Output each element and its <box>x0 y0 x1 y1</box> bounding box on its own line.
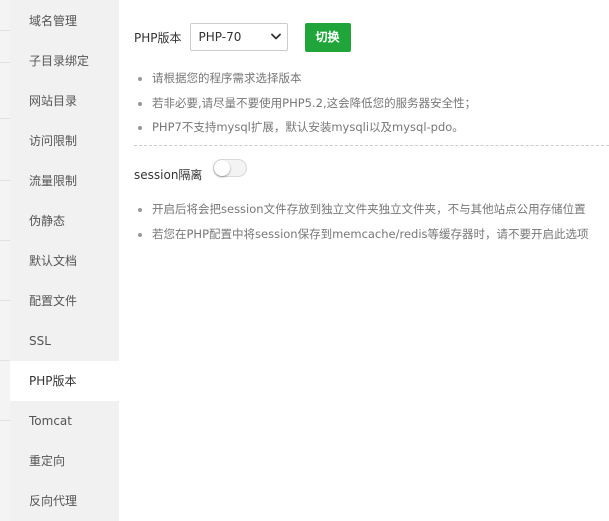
sidebar-item-label: 流量限制 <box>29 174 78 188</box>
background-divider <box>0 360 10 361</box>
php-version-row: PHP版本 PHP-70 切换 <box>134 22 351 52</box>
php-version-select[interactable]: PHP-70 <box>189 23 288 51</box>
sidebar-item-label: SSL <box>29 334 51 348</box>
sidebar-item-site-directory[interactable]: 网站目录 <box>10 81 119 121</box>
sidebar-item-label: 重定向 <box>29 454 66 468</box>
toggle-knob <box>214 160 231 176</box>
session-isolation-row: session隔离 <box>134 159 248 186</box>
php-tips-list: 请根据您的程序需求选择版本 若非必要,请尽量不要使用PHP5.2,这会降低您的服… <box>134 66 476 140</box>
sidebar-item-ssl[interactable]: SSL <box>10 321 119 361</box>
background-divider <box>0 180 10 181</box>
sidebar-item-label: 默认文档 <box>29 254 78 268</box>
sidebar-item-reverse-proxy[interactable]: 反向代理 <box>10 481 119 521</box>
sidebar-item-label: 伪静态 <box>29 214 66 228</box>
sidebar-item-label: 配置文件 <box>29 294 78 308</box>
sidebar-item-redirect[interactable]: 重定向 <box>10 441 119 481</box>
site-settings-dialog: 域名管理 子目录绑定 网站目录 访问限制 流量限制 伪静态 默认文档 配置文件 … <box>0 0 609 521</box>
sidebar-item-label: PHP版本 <box>29 374 77 388</box>
sidebar-item-subdirectory-binding[interactable]: 子目录绑定 <box>10 41 119 81</box>
sidebar-item-default-document[interactable]: 默认文档 <box>10 241 119 281</box>
sidebar-item-label: 域名管理 <box>29 14 78 28</box>
sidebar-item-label: 子目录绑定 <box>29 54 90 68</box>
php-tip-item: 若非必要,请尽量不要使用PHP5.2,这会降低您的服务器安全性； <box>134 91 476 116</box>
session-tip-item: 若您在PHP配置中将session保存到memcache/redis等缓存器时，… <box>134 222 589 247</box>
sidebar-item-domain[interactable]: 域名管理 <box>10 1 119 41</box>
background-divider <box>0 30 10 31</box>
switch-php-version-button[interactable]: 切换 <box>304 22 351 52</box>
chevron-down-icon <box>270 33 281 40</box>
sidebar-item-traffic-limit[interactable]: 流量限制 <box>10 161 119 201</box>
sidebar-item-rewrite[interactable]: 伪静态 <box>10 201 119 241</box>
php-tip-item: 请根据您的程序需求选择版本 <box>134 66 476 91</box>
sidebar-item-label: Tomcat <box>29 414 72 428</box>
sidebar-item-tomcat[interactable]: Tomcat <box>10 401 119 441</box>
session-isolation-label: session隔离 <box>134 167 203 182</box>
background-divider <box>0 300 10 301</box>
section-divider <box>134 145 609 146</box>
session-tip-item: 开启后将会把session文件存放到独立文件夹独立文件夹，不与其他站点公用存储位… <box>134 197 589 222</box>
sidebar-item-label: 反向代理 <box>29 494 78 508</box>
php-tip-item: PHP7不支持mysql扩展，默认安装mysqli以及mysql-pdo。 <box>134 115 476 140</box>
background-page-edge <box>0 0 10 521</box>
sidebar-item-label: 网站目录 <box>29 94 78 108</box>
settings-sidebar: 域名管理 子目录绑定 网站目录 访问限制 流量限制 伪静态 默认文档 配置文件 … <box>10 0 119 521</box>
background-divider <box>0 420 10 421</box>
sidebar-item-access-limit[interactable]: 访问限制 <box>10 121 119 161</box>
session-tips-list: 开启后将会把session文件存放到独立文件夹独立文件夹，不与其他站点公用存储位… <box>134 197 589 246</box>
session-isolation-toggle[interactable] <box>213 159 248 177</box>
background-divider <box>0 118 10 119</box>
sidebar-item-config-file[interactable]: 配置文件 <box>10 281 119 321</box>
sidebar-item-php-version[interactable]: PHP版本 <box>10 361 119 401</box>
background-divider <box>0 240 10 241</box>
sidebar-item-label: 访问限制 <box>29 134 78 148</box>
php-version-label: PHP版本 <box>134 30 182 45</box>
php-version-selected-value: PHP-70 <box>198 30 242 44</box>
php-version-panel: PHP版本 PHP-70 切换 请根据您的程序需求选择版本 若非必要,请尽量不要… <box>119 0 609 521</box>
background-divider <box>0 62 10 63</box>
